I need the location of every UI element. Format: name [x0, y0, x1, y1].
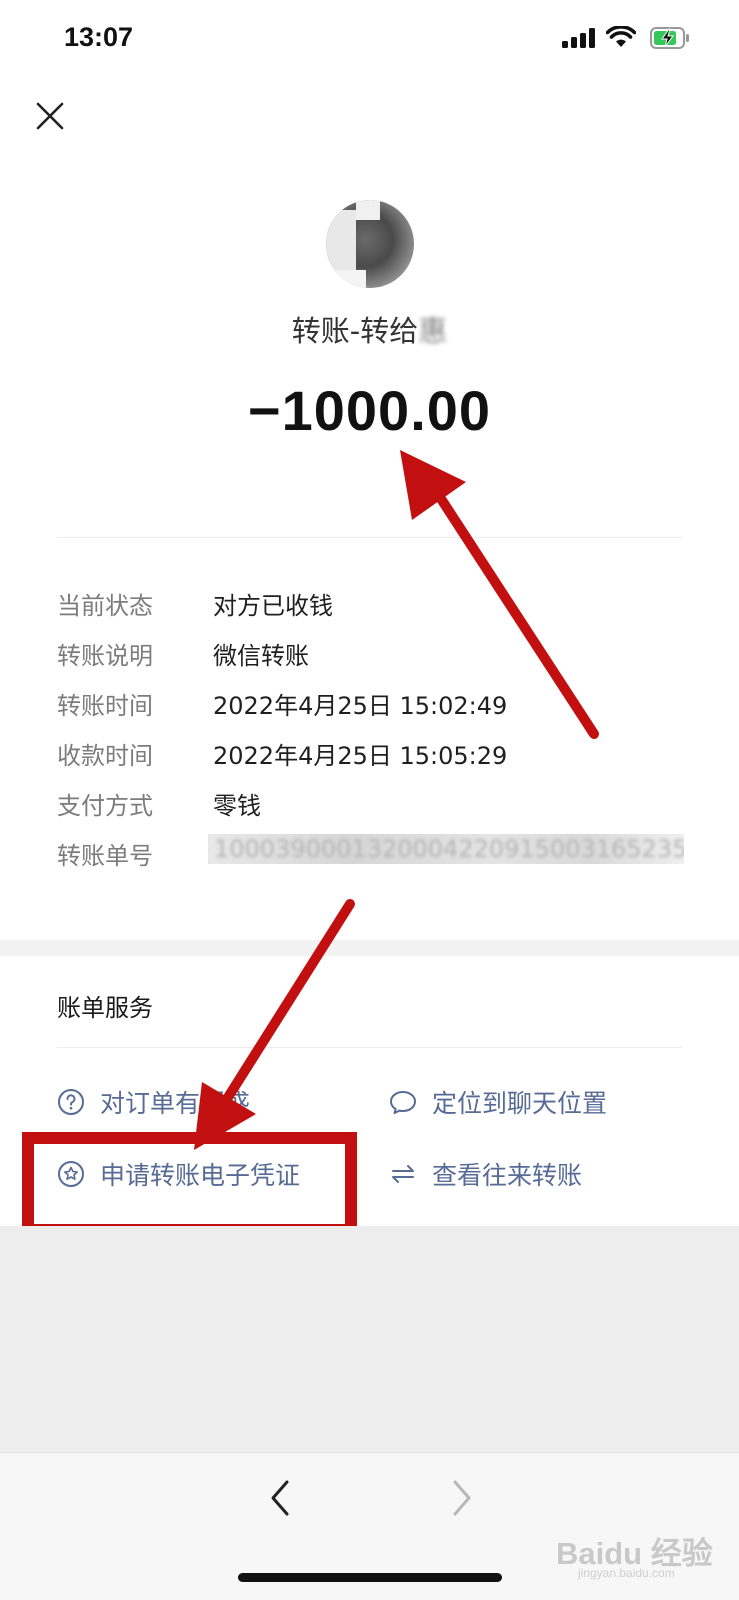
forward-button[interactable]: [444, 1476, 480, 1520]
empty-area: [0, 1226, 739, 1452]
bill-service-heading: 账单服务: [57, 994, 153, 1022]
chat-bubble-icon: [388, 1087, 418, 1117]
cellular-signal-icon: [562, 28, 596, 52]
wifi-icon: [605, 25, 637, 52]
detail-value-payment-method: 零钱: [213, 792, 261, 820]
status-time: 13:07: [64, 22, 134, 52]
detail-value-status: 对方已收钱: [213, 592, 333, 620]
chevron-right-icon: [453, 1480, 471, 1516]
detail-label-order-id: 转账单号: [57, 842, 153, 870]
detail-value-order-id: 10003900013200042209150031652351: [214, 835, 684, 863]
annotation-highlight-box: [22, 1132, 357, 1236]
detail-value-receive-time: 2022年4月25日 15:05:29: [213, 742, 508, 770]
avatar: [326, 200, 414, 288]
question-circle-icon: [56, 1087, 86, 1117]
order-question-link[interactable]: 对订单有疑惑: [56, 1082, 250, 1122]
back-button[interactable]: [262, 1476, 298, 1520]
locate-chat-link[interactable]: 定位到聊天位置: [388, 1082, 607, 1122]
transfer-title: 转账-转给惠: [0, 308, 739, 350]
close-button[interactable]: [30, 96, 70, 136]
battery-charging-icon: [650, 26, 690, 54]
section-separator: [0, 940, 739, 956]
view-transfer-history-link[interactable]: 查看往来转账: [388, 1154, 582, 1194]
view-transfer-history-label: 查看往来转账: [432, 1161, 583, 1190]
divider: [57, 537, 682, 538]
detail-label-note: 转账说明: [57, 642, 153, 670]
detail-label-transfer-time: 转账时间: [57, 692, 153, 720]
chevron-left-icon: [271, 1480, 289, 1516]
transfer-amount: −1000.00: [247, 379, 492, 442]
order-question-label: 对订单有疑惑: [100, 1089, 251, 1118]
locate-chat-label: 定位到聊天位置: [432, 1089, 608, 1118]
swap-arrows-icon: [388, 1159, 418, 1189]
transfer-title-obscured: 惠: [418, 314, 448, 348]
home-indicator: [238, 1573, 502, 1582]
detail-value-note: 微信转账: [213, 642, 309, 670]
detail-label-payment-method: 支付方式: [57, 792, 153, 820]
detail-label-status: 当前状态: [57, 592, 153, 620]
watermark-url: jingyan.baidu.com: [578, 1566, 675, 1580]
detail-value-transfer-time: 2022年4月25日 15:02:49: [213, 692, 508, 720]
transfer-title-text: 转账-转给: [291, 314, 419, 348]
detail-label-receive-time: 收款时间: [57, 742, 153, 770]
divider: [57, 1047, 682, 1048]
order-id-obscured: 10003900013200042209150031652351: [208, 834, 684, 864]
close-icon: [36, 102, 64, 130]
